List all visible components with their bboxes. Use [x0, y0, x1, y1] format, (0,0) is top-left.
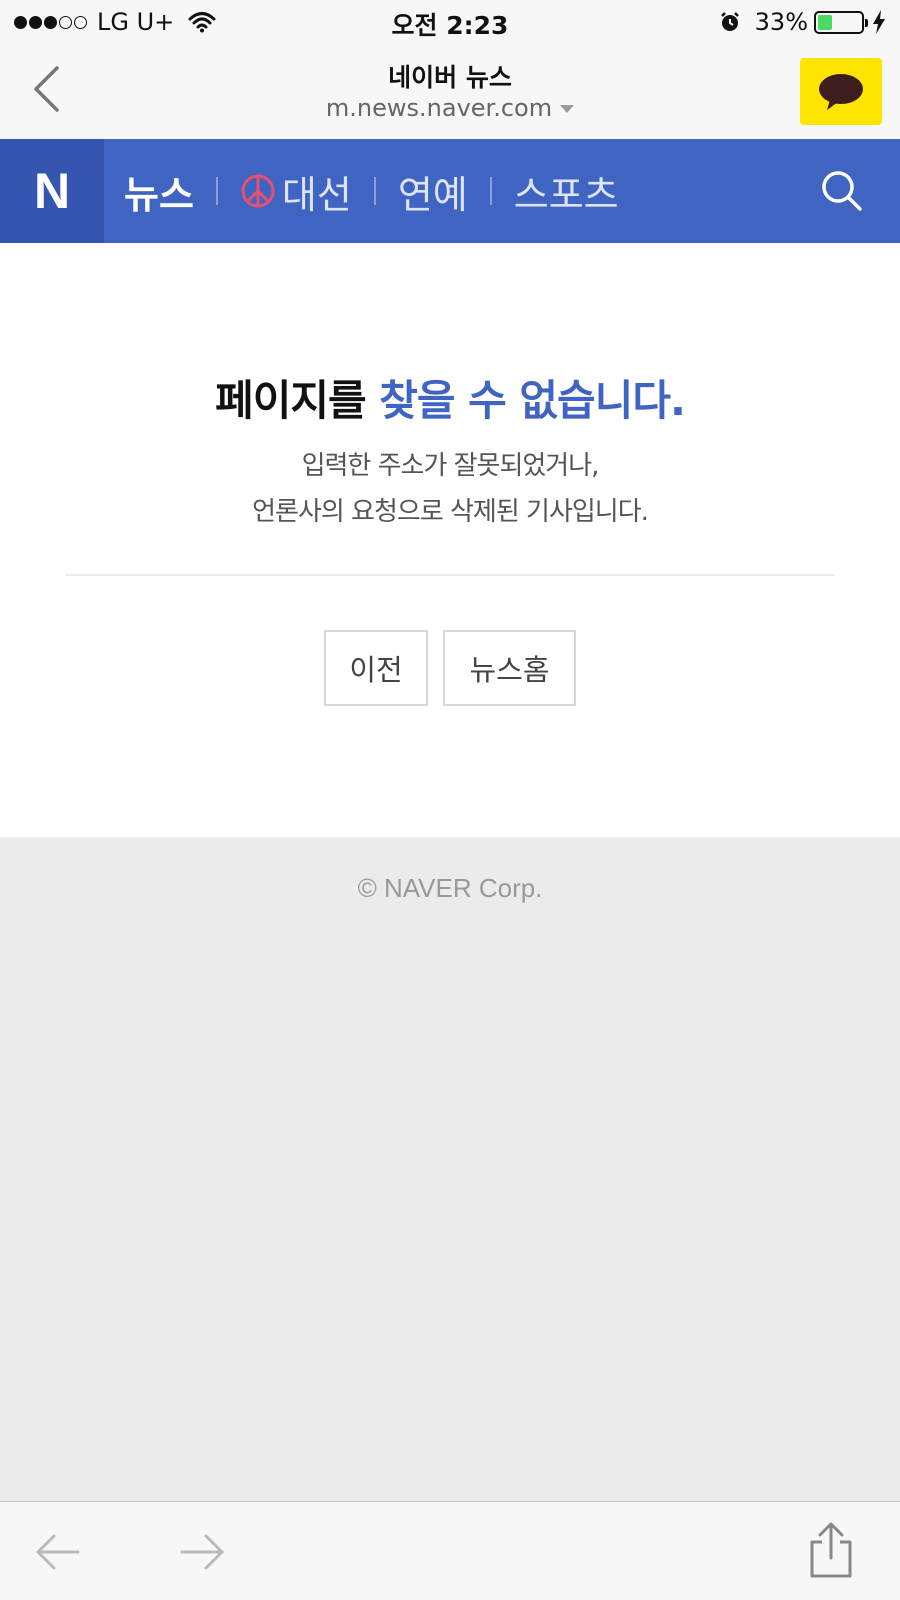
error-description: 입력한 주소가 잘못되었거나, 언론사의 요청으로 삭제된 기사입니다. [0, 443, 900, 535]
error-panel: 페이지를 찾을 수 없습니다. 입력한 주소가 잘못되었거나, 언론사의 요청으… [0, 243, 900, 837]
status-right: 33% [719, 8, 886, 36]
browser-toolbar [0, 1501, 900, 1600]
kakao-talk-button[interactable] [800, 58, 882, 125]
divider [65, 574, 835, 576]
url-bar[interactable]: m.news.naver.com [0, 94, 900, 122]
nav-item-sports[interactable]: 스포츠 [514, 164, 619, 219]
alarm-icon [719, 11, 741, 33]
url-text: m.news.naver.com [325, 94, 553, 122]
error-title: 페이지를 찾을 수 없습니다. [0, 367, 900, 428]
nav-divider [215, 177, 218, 205]
button-group: 이전 뉴스홈 [0, 630, 900, 706]
site-title: 네이버 뉴스 [388, 63, 512, 92]
back-arrow-icon[interactable] [32, 1530, 82, 1578]
nav-item-entertainment[interactable]: 연예 [398, 164, 468, 219]
battery-fill [818, 14, 832, 30]
charging-bolt-icon [872, 10, 886, 34]
error-desc-line2: 언론사의 요청으로 삭제된 기사입니다. [252, 497, 649, 527]
nav-divider [373, 177, 376, 205]
battery-percent: 33% [754, 8, 808, 36]
error-title-prefix: 페이지를 [215, 376, 380, 425]
speech-bubble-icon [819, 73, 863, 110]
news-home-button[interactable]: 뉴스홈 [443, 630, 576, 706]
peace-icon [241, 174, 275, 208]
nav-item-news[interactable]: 뉴스 [124, 164, 194, 219]
nav-menu: 뉴스 대선 연예 스포츠 [124, 139, 619, 243]
forward-arrow-icon[interactable] [178, 1530, 228, 1578]
copyright: © NAVER Corp. [357, 873, 543, 903]
dropdown-caret-icon [560, 105, 575, 113]
share-icon[interactable] [808, 1522, 854, 1582]
error-title-accent: 찾을 수 없습니다. [379, 376, 686, 425]
nav-divider [489, 177, 492, 205]
status-bar: LG U+ 오전 2:23 33% [0, 0, 900, 44]
browser-header: 네이버 뉴스 m.news.naver.com [0, 44, 900, 139]
search-icon[interactable] [820, 169, 864, 213]
error-desc-line1: 입력한 주소가 잘못되었거나, [301, 451, 600, 481]
previous-button[interactable]: 이전 [324, 630, 428, 706]
nav-item-election[interactable]: 대선 [240, 164, 352, 219]
nav-item-election-label: 대선 [281, 172, 352, 217]
battery-icon [814, 10, 868, 34]
naver-logo[interactable]: N [0, 139, 104, 243]
news-nav-bar: N 뉴스 대선 연예 스포츠 [0, 139, 900, 243]
